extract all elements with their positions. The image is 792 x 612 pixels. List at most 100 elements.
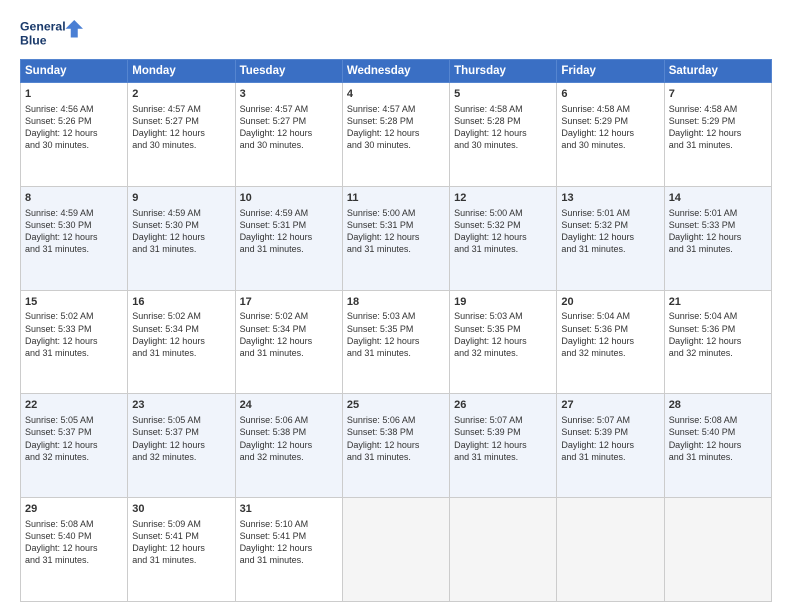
day-info: and 31 minutes. [132, 243, 230, 255]
day-info: Sunset: 5:31 PM [347, 219, 445, 231]
logo: General Blue [20, 16, 90, 51]
day-info: Daylight: 12 hours [132, 542, 230, 554]
day-info: Sunset: 5:33 PM [669, 219, 767, 231]
day-info: and 31 minutes. [132, 554, 230, 566]
day-info: Sunrise: 5:05 AM [132, 414, 230, 426]
day-info: Sunrise: 5:01 AM [669, 207, 767, 219]
day-info: Sunrise: 4:58 AM [669, 103, 767, 115]
day-info: and 32 minutes. [25, 451, 123, 463]
day-info: Daylight: 12 hours [561, 231, 659, 243]
day-info: Sunset: 5:26 PM [25, 115, 123, 127]
day-info: Daylight: 12 hours [240, 542, 338, 554]
day-info: Sunset: 5:29 PM [561, 115, 659, 127]
calendar-week-5: 29Sunrise: 5:08 AMSunset: 5:40 PMDayligh… [21, 498, 772, 602]
day-info: and 31 minutes. [25, 554, 123, 566]
day-info: Sunrise: 5:07 AM [561, 414, 659, 426]
day-info: Sunset: 5:30 PM [25, 219, 123, 231]
calendar-week-2: 8Sunrise: 4:59 AMSunset: 5:30 PMDaylight… [21, 186, 772, 290]
calendar-cell: 13Sunrise: 5:01 AMSunset: 5:32 PMDayligh… [557, 186, 664, 290]
day-info: Daylight: 12 hours [25, 542, 123, 554]
calendar-cell [557, 498, 664, 602]
day-number: 12 [454, 191, 552, 206]
day-number: 16 [132, 295, 230, 310]
calendar-cell [664, 498, 771, 602]
day-info: Sunrise: 4:58 AM [454, 103, 552, 115]
day-info: Sunrise: 4:57 AM [240, 103, 338, 115]
day-info: Daylight: 12 hours [669, 335, 767, 347]
day-info: Sunrise: 5:06 AM [240, 414, 338, 426]
day-info: Sunset: 5:31 PM [240, 219, 338, 231]
day-info: Sunset: 5:40 PM [25, 530, 123, 542]
day-number: 25 [347, 398, 445, 413]
calendar-cell [342, 498, 449, 602]
calendar-cell: 19Sunrise: 5:03 AMSunset: 5:35 PMDayligh… [450, 290, 557, 394]
day-number: 22 [25, 398, 123, 413]
day-info: Sunset: 5:27 PM [240, 115, 338, 127]
day-info: Sunset: 5:32 PM [454, 219, 552, 231]
day-info: and 31 minutes. [347, 347, 445, 359]
day-info: and 31 minutes. [132, 347, 230, 359]
day-info: Daylight: 12 hours [132, 231, 230, 243]
day-info: and 31 minutes. [25, 243, 123, 255]
calendar-cell: 31Sunrise: 5:10 AMSunset: 5:41 PMDayligh… [235, 498, 342, 602]
day-info: Daylight: 12 hours [240, 335, 338, 347]
day-info: Sunrise: 5:00 AM [347, 207, 445, 219]
header-friday: Friday [557, 60, 664, 83]
day-number: 27 [561, 398, 659, 413]
day-info: Sunset: 5:36 PM [561, 323, 659, 335]
day-info: Daylight: 12 hours [454, 439, 552, 451]
calendar-cell: 28Sunrise: 5:08 AMSunset: 5:40 PMDayligh… [664, 394, 771, 498]
day-info: Sunrise: 5:05 AM [25, 414, 123, 426]
day-number: 20 [561, 295, 659, 310]
day-info: and 32 minutes. [240, 451, 338, 463]
day-info: Daylight: 12 hours [240, 231, 338, 243]
day-info: Daylight: 12 hours [561, 439, 659, 451]
day-info: and 31 minutes. [561, 451, 659, 463]
day-info: Sunrise: 4:57 AM [347, 103, 445, 115]
day-number: 18 [347, 295, 445, 310]
day-info: Sunset: 5:28 PM [347, 115, 445, 127]
day-info: Sunset: 5:32 PM [561, 219, 659, 231]
day-info: and 31 minutes. [240, 243, 338, 255]
svg-text:General: General [20, 19, 66, 33]
day-info: Sunrise: 5:08 AM [25, 518, 123, 530]
calendar-cell: 27Sunrise: 5:07 AMSunset: 5:39 PMDayligh… [557, 394, 664, 498]
day-info: and 31 minutes. [454, 243, 552, 255]
calendar-cell: 24Sunrise: 5:06 AMSunset: 5:38 PMDayligh… [235, 394, 342, 498]
day-info: and 31 minutes. [240, 347, 338, 359]
day-number: 17 [240, 295, 338, 310]
day-info: Sunrise: 5:02 AM [25, 310, 123, 322]
day-info: Sunrise: 5:06 AM [347, 414, 445, 426]
day-info: and 31 minutes. [454, 451, 552, 463]
day-info: Daylight: 12 hours [240, 439, 338, 451]
calendar-week-3: 15Sunrise: 5:02 AMSunset: 5:33 PMDayligh… [21, 290, 772, 394]
day-info: and 32 minutes. [454, 347, 552, 359]
day-info: Sunset: 5:37 PM [25, 426, 123, 438]
calendar-cell: 6Sunrise: 4:58 AMSunset: 5:29 PMDaylight… [557, 83, 664, 187]
day-number: 23 [132, 398, 230, 413]
day-number: 31 [240, 502, 338, 517]
day-number: 19 [454, 295, 552, 310]
calendar-cell: 26Sunrise: 5:07 AMSunset: 5:39 PMDayligh… [450, 394, 557, 498]
calendar-cell: 10Sunrise: 4:59 AMSunset: 5:31 PMDayligh… [235, 186, 342, 290]
day-info: Daylight: 12 hours [669, 439, 767, 451]
day-info: Daylight: 12 hours [454, 231, 552, 243]
day-info: and 30 minutes. [454, 139, 552, 151]
calendar-cell: 15Sunrise: 5:02 AMSunset: 5:33 PMDayligh… [21, 290, 128, 394]
day-info: Sunset: 5:40 PM [669, 426, 767, 438]
day-number: 11 [347, 191, 445, 206]
calendar-cell: 9Sunrise: 4:59 AMSunset: 5:30 PMDaylight… [128, 186, 235, 290]
day-info: Sunset: 5:37 PM [132, 426, 230, 438]
logo-icon: General Blue [20, 16, 90, 51]
day-number: 26 [454, 398, 552, 413]
day-info: Sunset: 5:27 PM [132, 115, 230, 127]
calendar-cell: 30Sunrise: 5:09 AMSunset: 5:41 PMDayligh… [128, 498, 235, 602]
day-info: and 31 minutes. [25, 347, 123, 359]
calendar-cell: 7Sunrise: 4:58 AMSunset: 5:29 PMDaylight… [664, 83, 771, 187]
header-saturday: Saturday [664, 60, 771, 83]
calendar-cell: 18Sunrise: 5:03 AMSunset: 5:35 PMDayligh… [342, 290, 449, 394]
day-number: 29 [25, 502, 123, 517]
day-info: and 32 minutes. [132, 451, 230, 463]
day-info: Sunrise: 4:59 AM [132, 207, 230, 219]
day-info: and 30 minutes. [25, 139, 123, 151]
